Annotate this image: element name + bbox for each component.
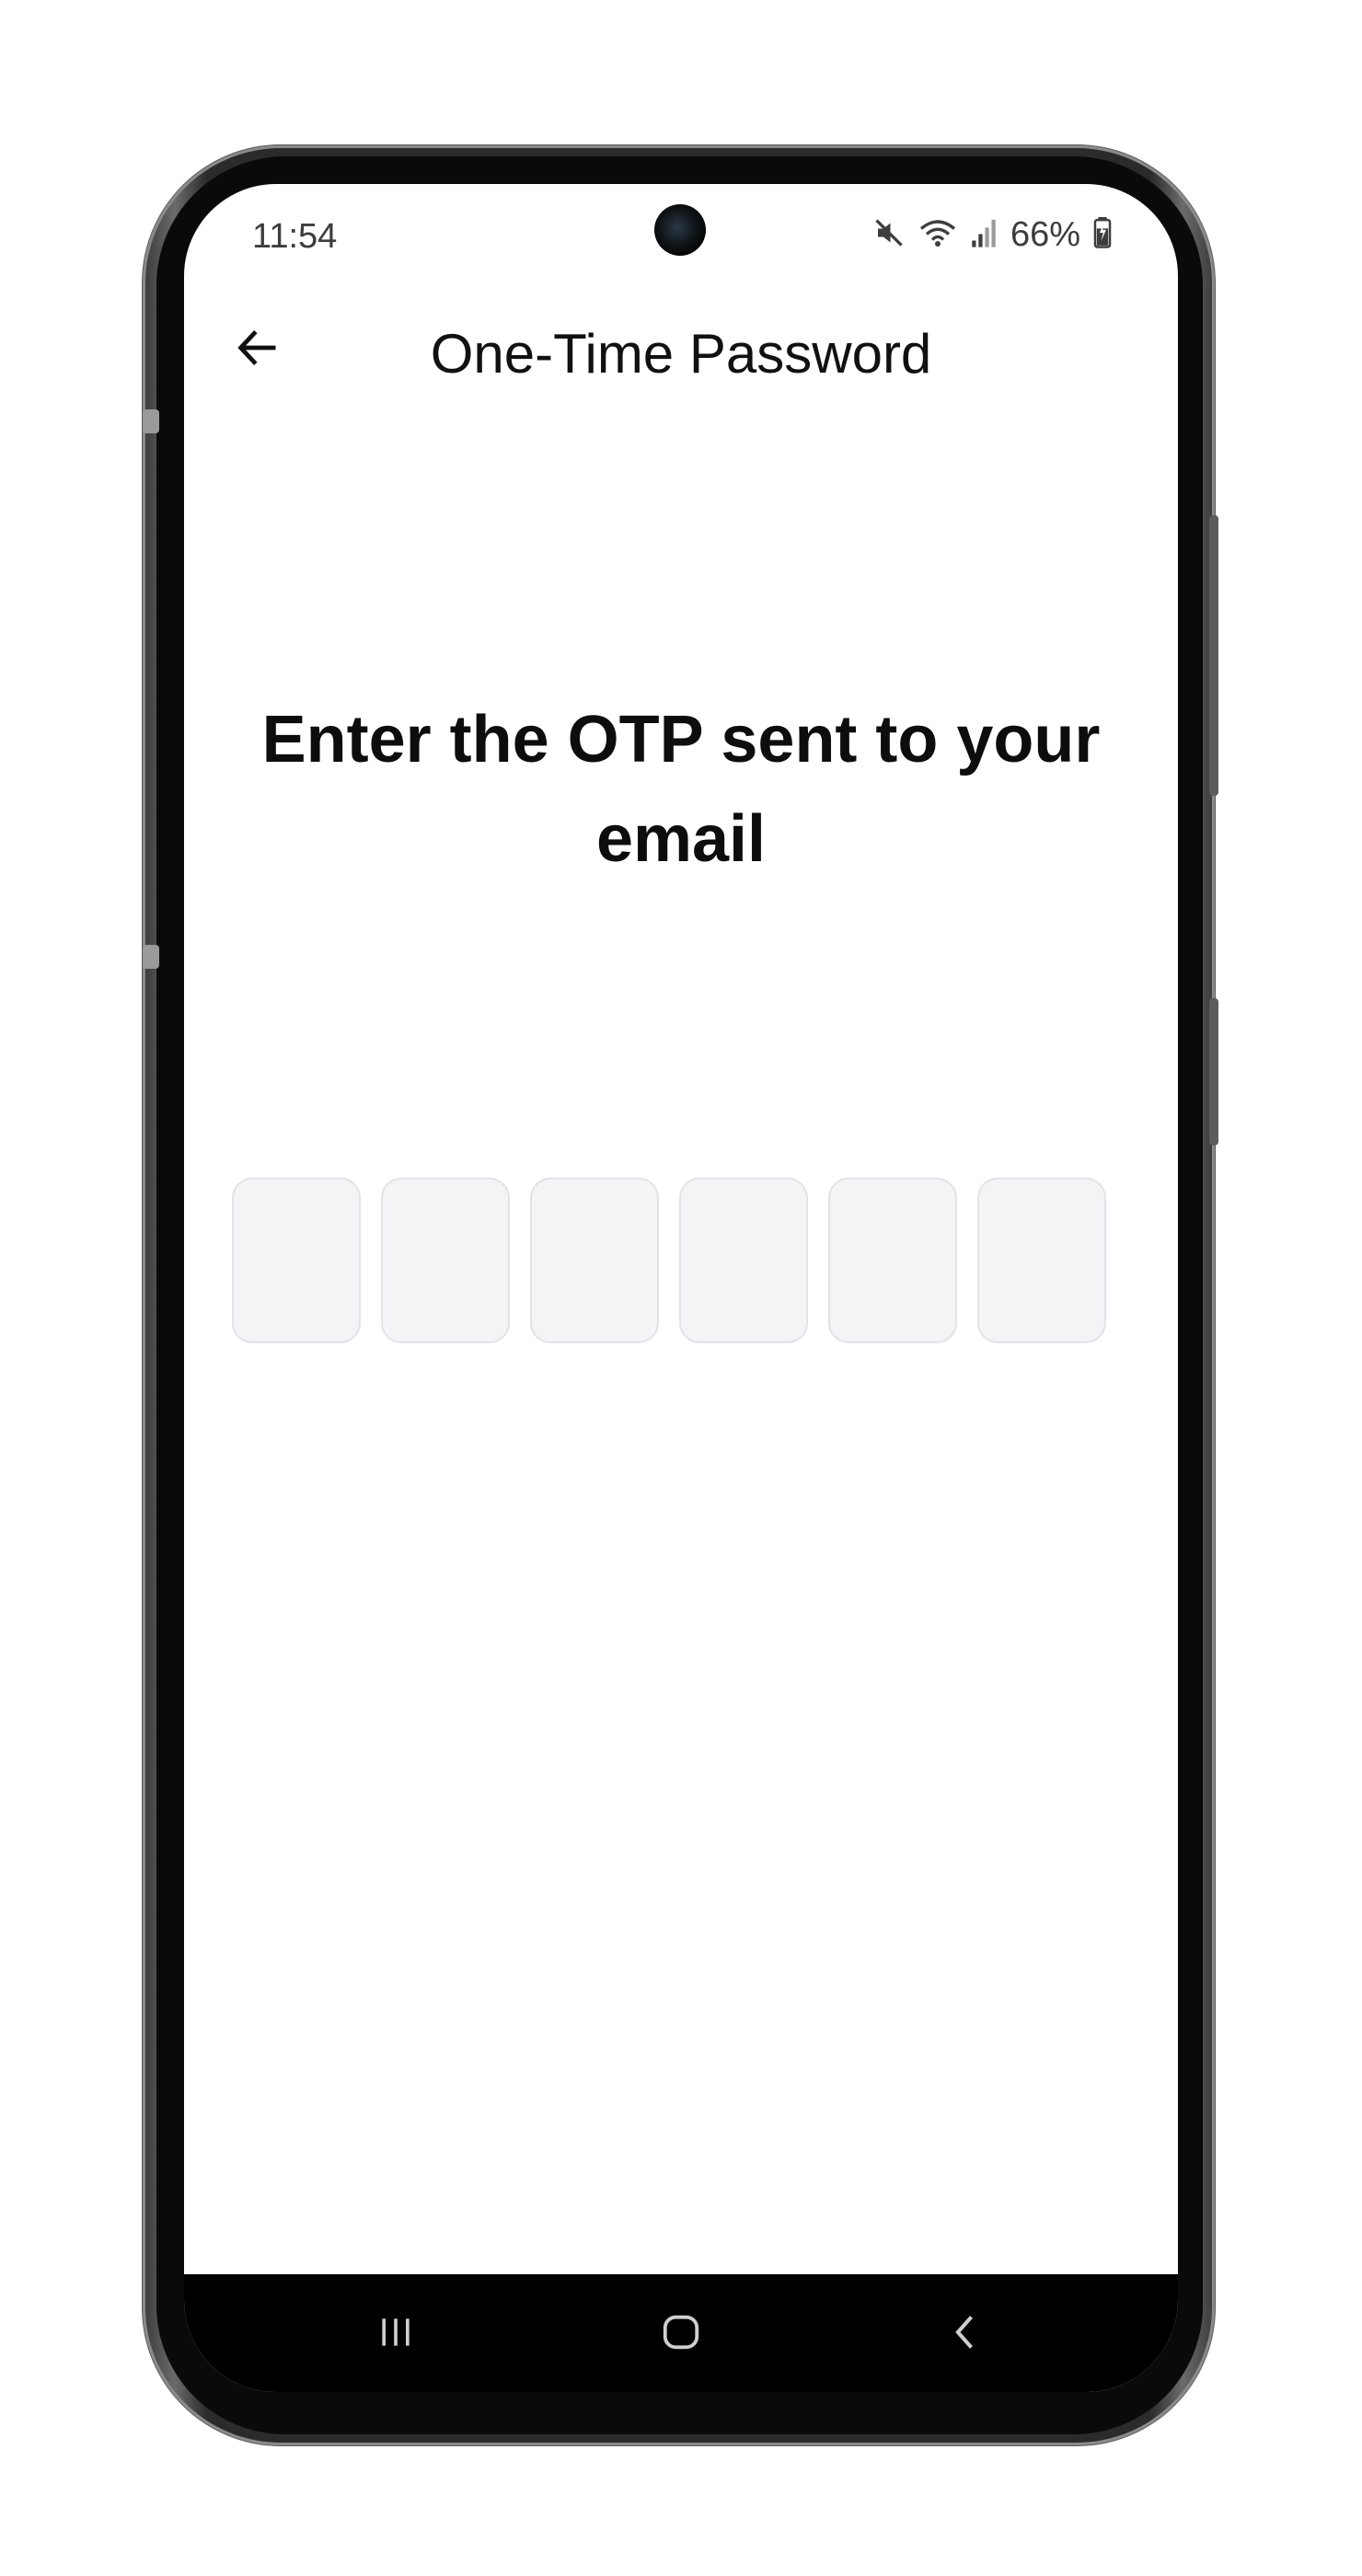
otp-instruction-heading: Enter the OTP sent to your email bbox=[261, 703, 1101, 876]
status-icons: 66% bbox=[872, 215, 1112, 255]
power-button bbox=[1209, 998, 1218, 1145]
otp-input-row bbox=[232, 1178, 1106, 1343]
left-antenna-line bbox=[143, 945, 159, 969]
otp-digit-1[interactable] bbox=[232, 1178, 361, 1343]
device-screenshot: 11:54 66% One-Time Password Enter the OT… bbox=[0, 0, 1362, 2576]
battery-icon bbox=[1093, 217, 1112, 253]
status-bar: 11:54 66% bbox=[184, 184, 1178, 294]
home-button[interactable] bbox=[644, 2302, 718, 2366]
status-time: 11:54 bbox=[252, 217, 338, 256]
system-back-button[interactable] bbox=[929, 2302, 1003, 2366]
otp-digit-5[interactable] bbox=[828, 1178, 957, 1343]
page-title: One-Time Password bbox=[430, 323, 932, 385]
left-antenna-line bbox=[143, 409, 159, 433]
system-nav-bar bbox=[184, 2274, 1178, 2392]
volume-button bbox=[1209, 515, 1218, 796]
home-icon bbox=[660, 2311, 702, 2358]
signal-icon bbox=[970, 217, 998, 253]
otp-digit-6[interactable] bbox=[977, 1178, 1106, 1343]
mute-icon bbox=[872, 216, 906, 254]
back-icon bbox=[946, 2312, 987, 2357]
otp-digit-2[interactable] bbox=[381, 1178, 510, 1343]
phone-screen: 11:54 66% One-Time Password Enter the OT… bbox=[184, 184, 1178, 2392]
otp-digit-3[interactable] bbox=[530, 1178, 659, 1343]
app-bar: One-Time Password bbox=[184, 285, 1178, 414]
recent-apps-button[interactable] bbox=[359, 2302, 433, 2366]
otp-digit-4[interactable] bbox=[679, 1178, 808, 1343]
battery-percentage: 66% bbox=[1010, 215, 1080, 254]
front-camera bbox=[654, 204, 706, 256]
wifi-icon bbox=[918, 216, 957, 254]
recent-apps-icon bbox=[375, 2312, 416, 2357]
